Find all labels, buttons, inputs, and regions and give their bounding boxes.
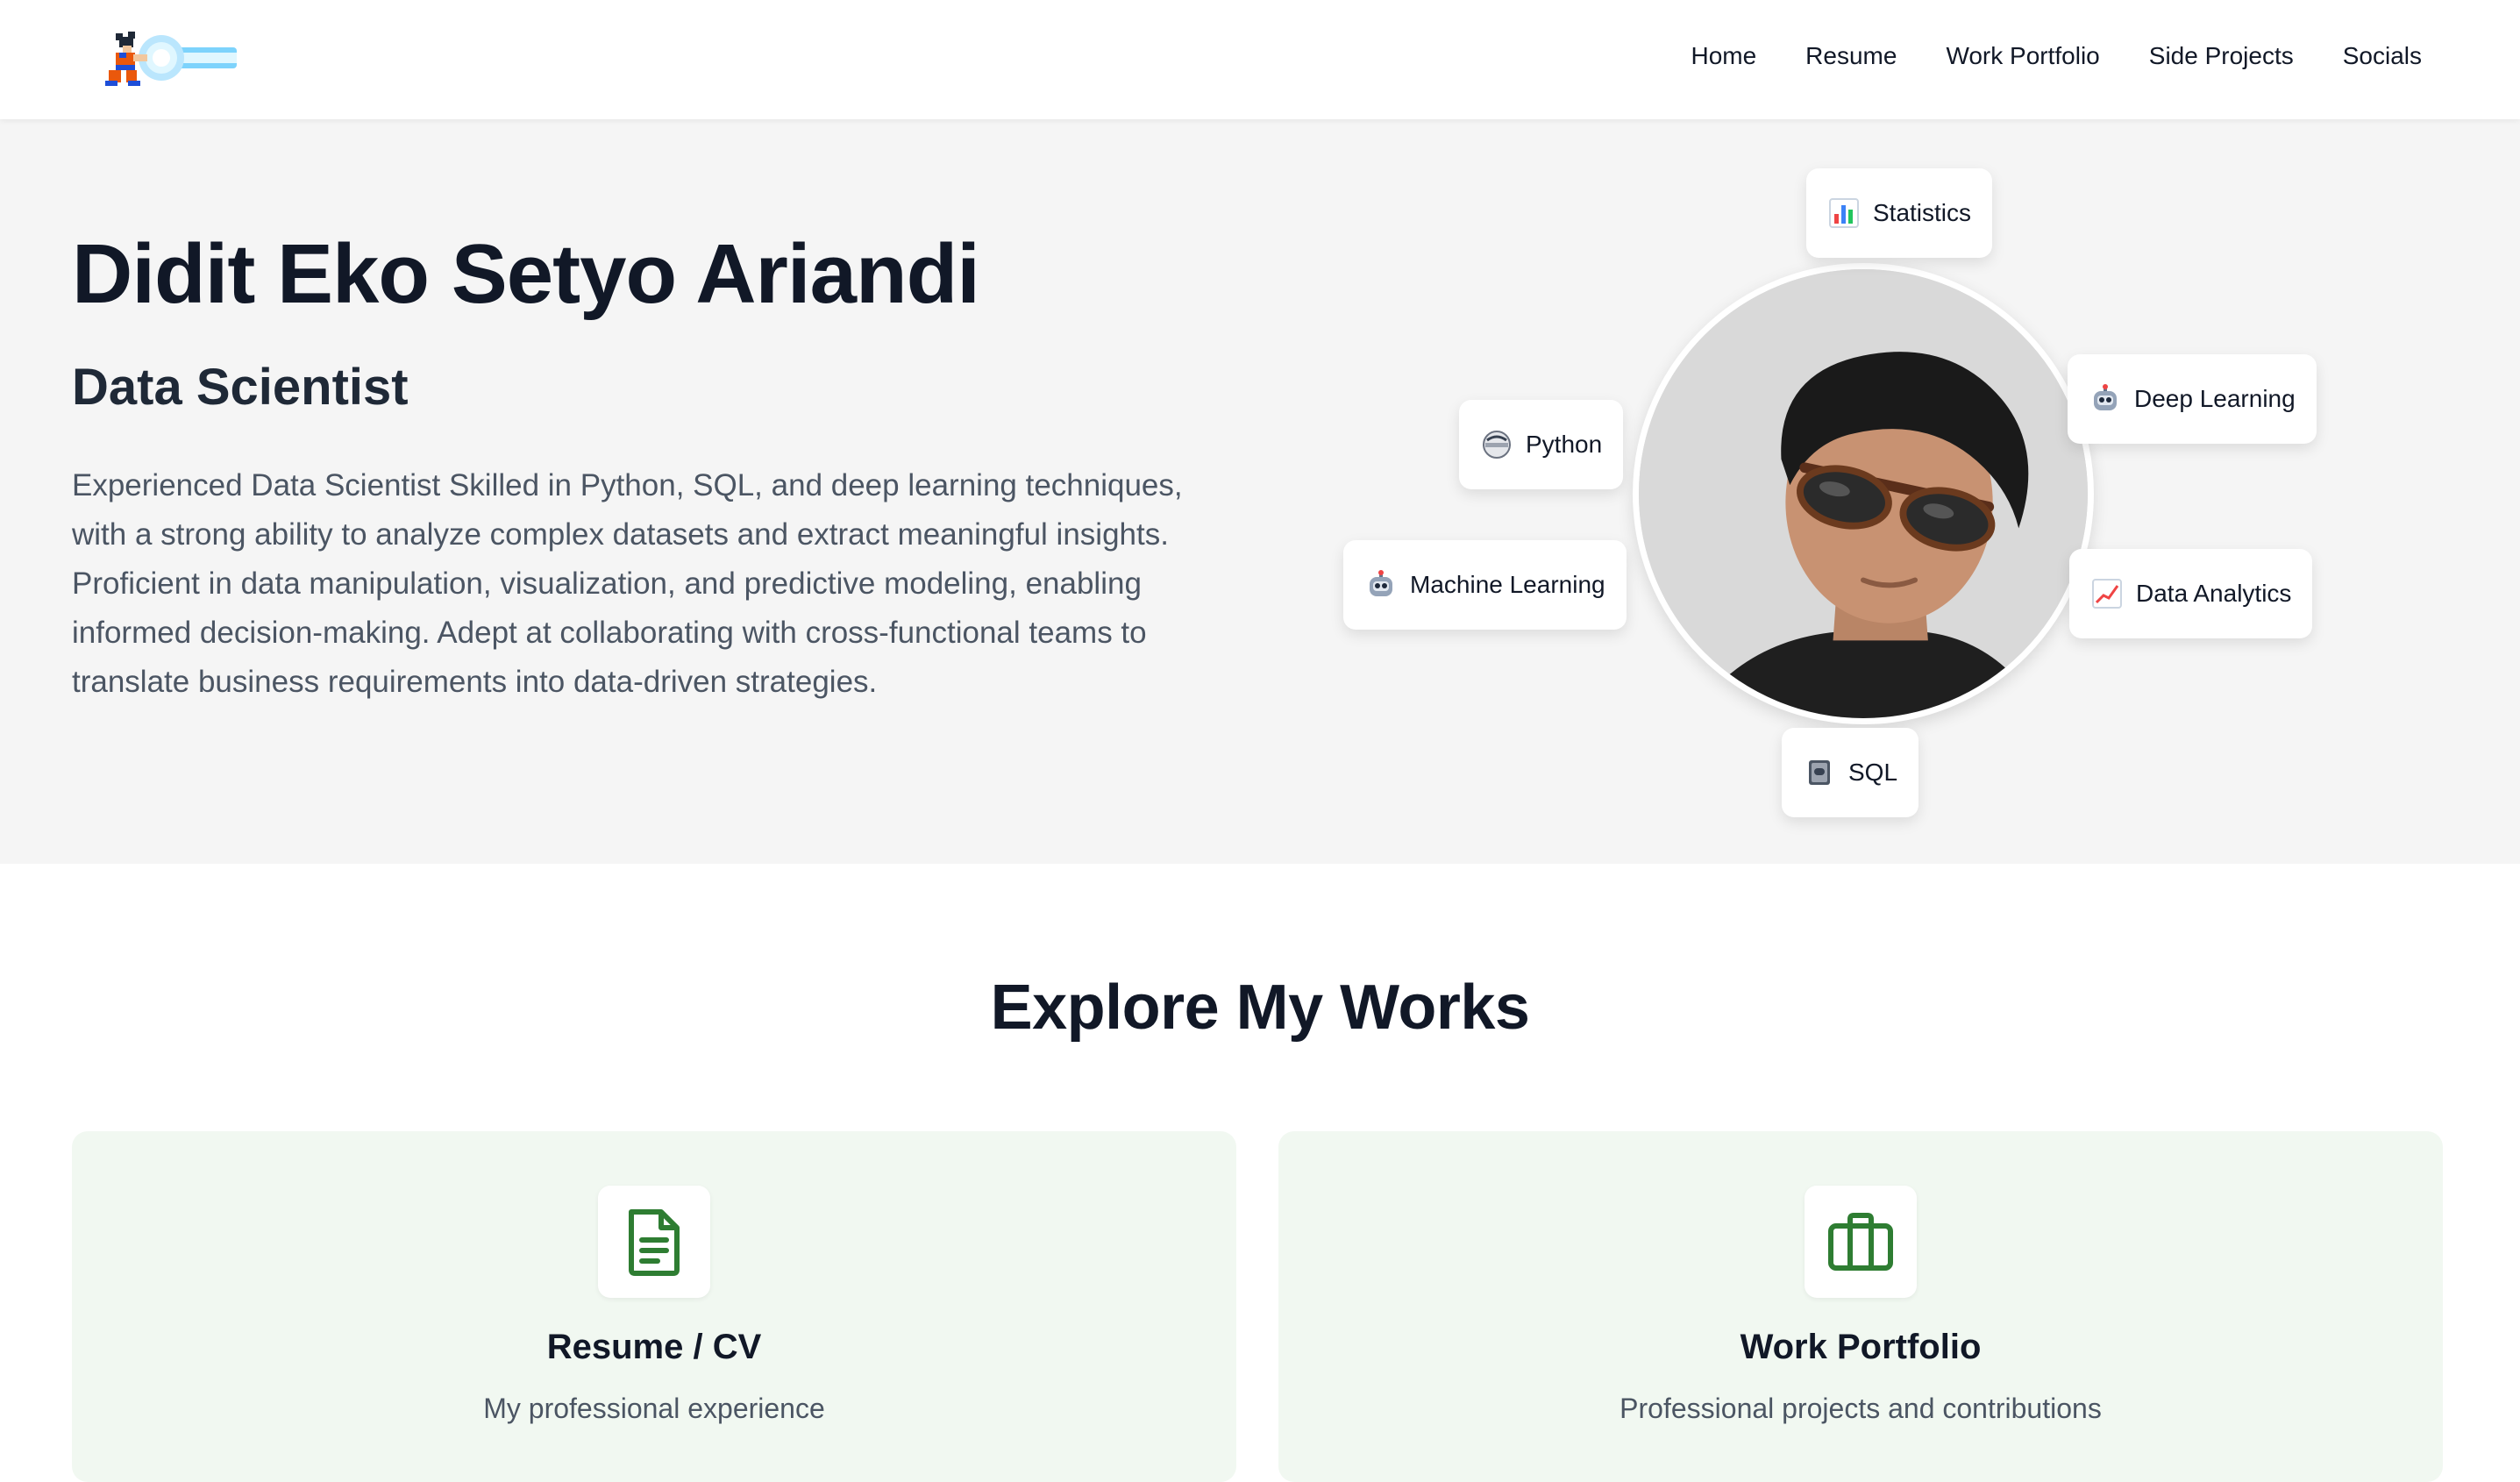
skill-badge-sql: SQL: [1782, 728, 1919, 817]
card-subtitle: My professional experience: [483, 1393, 825, 1424]
nav-home[interactable]: Home: [1691, 42, 1756, 70]
skill-badge-python: Python: [1459, 400, 1624, 489]
kamehameha-logo-icon: [105, 32, 237, 86]
skill-label: Machine Learning: [1410, 571, 1605, 598]
nav-side-projects[interactable]: Side Projects: [2149, 42, 2294, 70]
skill-badge-deep-learning: Deep Learning: [2068, 354, 2317, 444]
hero-description: Experienced Data Scientist Skilled in Py…: [72, 468, 1183, 699]
profile-avatar: [1633, 263, 2094, 724]
robot-icon: [1364, 568, 1398, 602]
briefcase-icon: [1828, 1213, 1893, 1271]
database-book-icon: [1803, 756, 1836, 789]
skill-label: Deep Learning: [2134, 385, 2296, 412]
skill-label: Python: [1526, 431, 1603, 458]
document-icon-box: [598, 1186, 710, 1298]
nav-work-portfolio[interactable]: Work Portfolio: [1946, 42, 2099, 70]
python-icon: [1480, 428, 1513, 461]
profile-photo: [1639, 269, 2088, 718]
site-logo[interactable]: [100, 26, 240, 93]
skill-label: SQL: [1848, 759, 1898, 786]
robot-icon: [2089, 382, 2122, 416]
document-icon: [629, 1209, 680, 1276]
briefcase-icon-box: [1805, 1186, 1917, 1298]
nav-socials[interactable]: Socials: [2343, 42, 2422, 70]
skill-badge-statistics: Statistics: [1806, 168, 1993, 258]
card-subtitle: Professional projects and contributions: [1619, 1393, 2102, 1424]
site-header: Home Resume Work Portfolio Side Projects…: [0, 0, 2520, 119]
main-nav: Home Resume Work Portfolio Side Projects…: [1691, 0, 2422, 112]
hero-role: Data Scientist: [72, 359, 409, 416]
skill-badge-machine-learning: Machine Learning: [1343, 540, 1627, 630]
nav-resume[interactable]: Resume: [1805, 42, 1897, 70]
skill-label: Data Analytics: [2136, 580, 2292, 607]
trend-chart-icon: [2090, 577, 2124, 610]
bar-chart-icon: [1827, 196, 1861, 230]
hero-name: Didit Eko Setyo Ariandi: [72, 227, 980, 321]
hero-section: Didit Eko Setyo Ariandi Data Scientist E…: [0, 119, 2520, 864]
skill-badge-data-analytics: Data Analytics: [2069, 549, 2313, 638]
card-title: Resume / CV: [546, 1328, 762, 1366]
skill-label: Statistics: [1873, 199, 1972, 226]
explore-section-title: Explore My Works: [990, 973, 1530, 1043]
work-portfolio-card[interactable]: Work Portfolio Professional projects and…: [1278, 1131, 2443, 1482]
card-title: Work Portfolio: [1740, 1328, 1982, 1366]
resume-card[interactable]: Resume / CV My professional experience: [72, 1131, 1236, 1482]
